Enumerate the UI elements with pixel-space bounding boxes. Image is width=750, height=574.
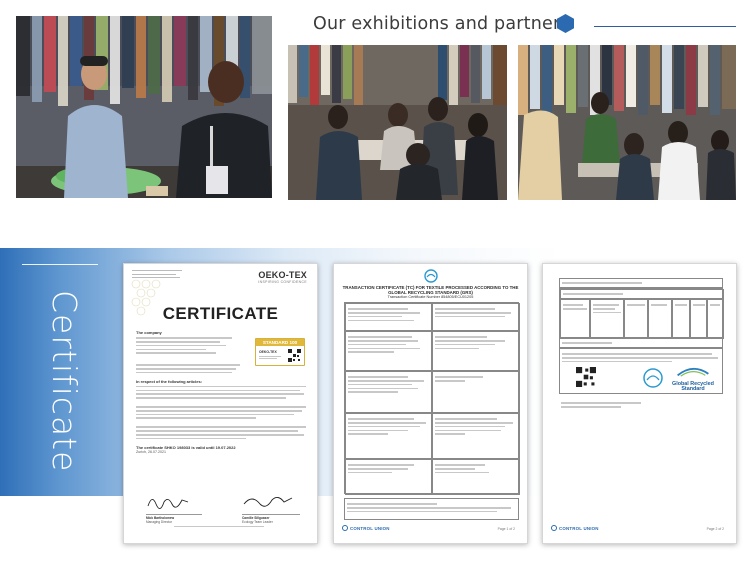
grs-certificate-number: Transaction Certificate Number 854805/EC… bbox=[387, 295, 474, 300]
exhibition-crowd-scene bbox=[288, 45, 507, 200]
section-title-exhibitions: Our exhibitions and partners bbox=[313, 14, 570, 34]
grs-transaction-certificate-page-1: TRANSACTION CERTIFICATE (TC) FOR TEXTILE… bbox=[333, 263, 528, 544]
oeko-tex-certificate: OEKO-TEX INSPIRING CONFIDENCE CERTIFICAT… bbox=[123, 263, 318, 544]
grs-details-table bbox=[344, 302, 520, 495]
oeko-tex-brand: OEKO-TEX bbox=[258, 270, 307, 280]
grs2-reference-row bbox=[559, 278, 723, 288]
oeko-company-label: The company bbox=[136, 330, 162, 335]
standard-100-label: STANDARD 100 bbox=[256, 339, 304, 346]
standard-100-badge: STANDARD 100 OEKO-TEX bbox=[255, 338, 305, 366]
exhibition-booth-scene bbox=[16, 16, 272, 198]
certificate-divider bbox=[22, 264, 98, 265]
hexagon-icon bbox=[557, 14, 574, 33]
grs-page-number-2: Page 2 of 2 bbox=[706, 527, 724, 531]
exhibition-photo-3 bbox=[518, 45, 736, 200]
signature-2-icon bbox=[243, 497, 293, 507]
control-union-dot-icon bbox=[342, 525, 348, 531]
grs-declaration-box bbox=[344, 498, 519, 520]
control-union-footer-2: CONTROL UNION bbox=[551, 525, 599, 531]
certificate-section-label: Certificate bbox=[45, 290, 84, 473]
title-divider bbox=[594, 26, 736, 27]
badge-brand: OEKO-TEX bbox=[259, 350, 277, 354]
qr-code-icon bbox=[288, 349, 301, 362]
signature-1-icon bbox=[147, 499, 189, 509]
control-union-seal-icon bbox=[643, 368, 663, 388]
control-union-dot-icon bbox=[551, 525, 557, 531]
oeko-tex-tagline: INSPIRING CONFIDENCE bbox=[258, 280, 307, 284]
oeko-place-date: Zurich, 26.07.2021 bbox=[136, 449, 166, 454]
grs-transaction-certificate-page-2: Global Recycled Standard CONTROL UNION P… bbox=[542, 263, 737, 544]
global-recycled-standard-logo: Global Recycled Standard bbox=[667, 364, 719, 394]
exhibition-photo-1 bbox=[16, 16, 272, 198]
oeko-tex-title: CERTIFICATE bbox=[162, 304, 279, 323]
recycled-logo-text: Global Recycled Standard bbox=[672, 381, 714, 393]
grs2-shipment-table bbox=[559, 288, 724, 339]
exhibition-photo-2 bbox=[288, 45, 507, 200]
qr-code-icon bbox=[576, 367, 596, 387]
grs2-remarks-row bbox=[559, 338, 723, 348]
control-union-footer: CONTROL UNION bbox=[342, 525, 390, 531]
oeko-footer-line bbox=[174, 524, 264, 529]
exhibition-meeting-scene bbox=[518, 45, 736, 200]
control-union-logo-icon bbox=[423, 269, 438, 283]
recycled-swoosh-icon bbox=[677, 367, 709, 377]
grs-page-number-1: Page 1 of 2 bbox=[497, 527, 515, 531]
oeko-articles-label: In respect of the following articles: bbox=[136, 378, 203, 384]
